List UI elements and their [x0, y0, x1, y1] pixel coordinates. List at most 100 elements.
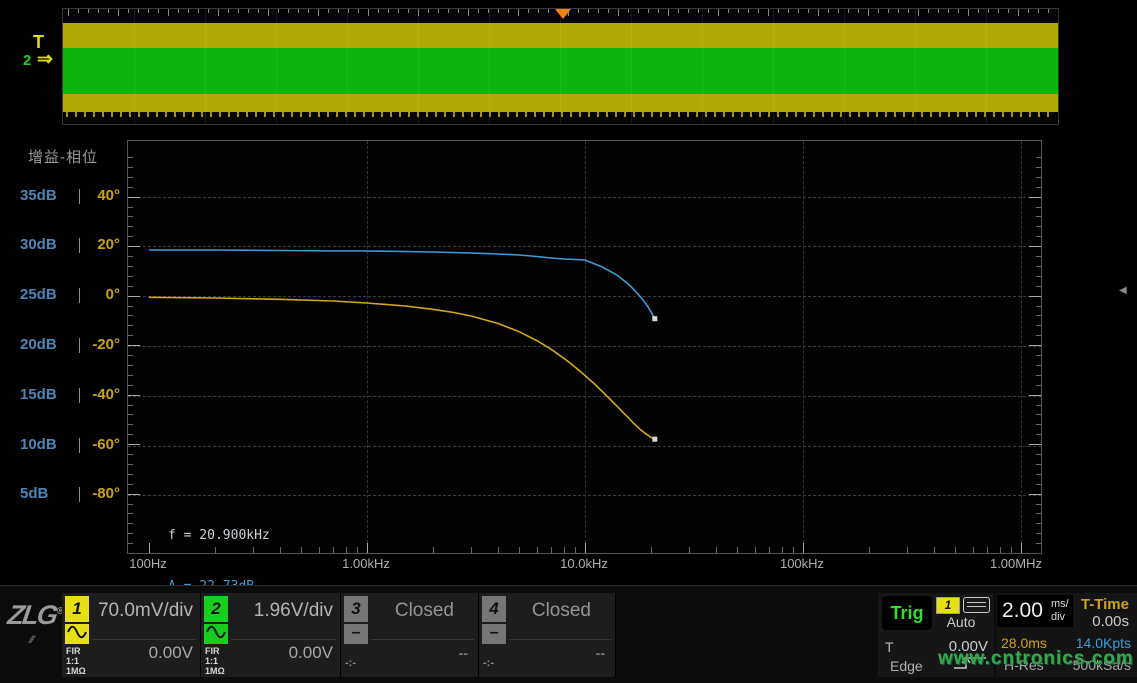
logo-accent-mark: ⁄⁄ — [30, 634, 34, 646]
band-tick — [291, 112, 293, 117]
axis-label-row: 25dB0° — [0, 285, 125, 305]
ruler-tick — [408, 9, 409, 13]
ruler-tick — [928, 9, 929, 13]
frequency-label: 100Hz — [129, 556, 167, 571]
ruler-tick — [858, 9, 859, 13]
trigger-type[interactable]: Edge — [890, 658, 923, 674]
graticule-line — [915, 9, 916, 124]
axis-label-row: 20dB-20° — [0, 335, 125, 355]
ruler-tick — [458, 9, 459, 13]
channel1-offset[interactable]: 0.00V — [149, 643, 193, 663]
band-tick — [210, 112, 212, 117]
ruler-tick — [278, 9, 279, 13]
band-tick — [165, 112, 167, 117]
ruler-tick — [1048, 9, 1049, 13]
axis-label-row: 15dB-40° — [0, 385, 125, 405]
channel4-block[interactable]: 4 – Closed -- -:- — [479, 593, 616, 677]
channel4-off-icon[interactable]: – — [482, 624, 506, 644]
channel4-status[interactable]: Closed — [532, 600, 591, 622]
ruler-tick — [78, 9, 79, 13]
channel2-offset[interactable]: 0.00V — [289, 643, 333, 663]
trigger-source-badge[interactable]: 1 — [936, 597, 960, 614]
ruler-tick — [348, 9, 349, 13]
channel-offset-arrow-icon[interactable]: ⇒ — [37, 48, 53, 71]
ruler-tick — [208, 9, 209, 13]
channel1-block[interactable]: 1 FIR1:11MΩ 70.0mV/div 0.00V — [62, 593, 201, 677]
divider — [371, 639, 474, 640]
axis-separator — [79, 438, 80, 453]
channel1-coupling-icon[interactable] — [65, 624, 89, 644]
ruler-tick — [708, 9, 709, 13]
band-tick — [660, 112, 662, 117]
ruler-tick — [738, 9, 739, 13]
band-tick — [975, 112, 977, 117]
trigger-position-icon[interactable] — [555, 9, 571, 19]
band-tick — [201, 112, 203, 117]
band-tick — [696, 112, 698, 117]
band-tick — [993, 112, 995, 117]
band-tick — [831, 112, 833, 117]
ruler-tick — [978, 9, 979, 13]
channel2-block[interactable]: 2 FIR1:11MΩ 1.96V/div 0.00V — [201, 593, 341, 677]
band-tick — [273, 112, 275, 117]
ruler-tick — [98, 9, 99, 13]
channel2-coupling-icon[interactable] — [204, 624, 228, 644]
timebase-box[interactable]: 2.00 ms/div — [997, 595, 1073, 627]
trigger-status[interactable]: Trig — [882, 596, 932, 630]
axis-separator — [79, 238, 80, 253]
phase-axis-label: 40° — [82, 186, 120, 206]
ruler-tick — [358, 9, 359, 13]
band-tick — [66, 112, 68, 117]
band-tick — [309, 112, 311, 117]
ruler-tick — [898, 9, 899, 13]
graticule-line — [631, 9, 632, 124]
channel2-badge[interactable]: 2 — [204, 596, 228, 622]
band-tick — [777, 112, 779, 117]
ruler-tick — [368, 9, 369, 16]
channel3-off-icon[interactable]: – — [344, 624, 368, 644]
side-panel-collapse-icon[interactable]: ◀ — [1119, 285, 1127, 296]
band-tick — [795, 112, 797, 117]
waveform-overview[interactable] — [62, 8, 1059, 125]
ruler-tick — [258, 9, 259, 13]
ruler-tick — [608, 9, 609, 13]
band-tick — [804, 112, 806, 117]
band-tick — [345, 112, 347, 117]
band-tick — [498, 112, 500, 117]
band-tick — [426, 112, 428, 117]
ruler-tick — [938, 9, 939, 13]
band-tick — [435, 112, 437, 117]
channel2-marker[interactable]: 2 — [23, 52, 31, 69]
readout-frequency: f = 20.900kHz — [168, 527, 270, 544]
timebase-unit: ms/div — [1051, 598, 1069, 624]
ruler-tick — [248, 9, 249, 13]
frequency-label: 10.0kHz — [560, 556, 608, 571]
trigger-coupling-icon[interactable] — [963, 597, 990, 613]
ruler-tick — [318, 9, 319, 16]
channel3-badge[interactable]: 3 — [344, 596, 368, 622]
ruler-tick — [268, 9, 269, 16]
band-tick — [381, 112, 383, 117]
channel3-block[interactable]: 3 – Closed -- -:- — [341, 593, 479, 677]
channel1-badge[interactable]: 1 — [65, 596, 89, 622]
ruler-tick — [418, 9, 419, 16]
channel3-status[interactable]: Closed — [395, 600, 454, 622]
channel2-scale[interactable]: 1.96V/div — [254, 600, 333, 622]
ruler-tick — [578, 9, 579, 13]
channel4-badge[interactable]: 4 — [482, 596, 506, 622]
ruler-tick — [758, 9, 759, 13]
graticule-line — [489, 9, 490, 124]
channel1-scale[interactable]: 70.0mV/div — [98, 600, 193, 622]
ruler-tick — [388, 9, 389, 13]
trigger-mode[interactable]: Auto — [934, 614, 988, 630]
graticule-line — [702, 9, 703, 124]
ruler-tick — [988, 9, 989, 13]
band-tick — [570, 112, 572, 117]
band-tick — [579, 112, 581, 117]
divider — [509, 639, 611, 640]
ruler-tick — [138, 9, 139, 13]
ruler-tick — [1038, 9, 1039, 13]
graticule-line — [418, 9, 419, 124]
ruler-tick — [638, 9, 639, 13]
watermark: www.cntronics.com — [938, 648, 1134, 670]
